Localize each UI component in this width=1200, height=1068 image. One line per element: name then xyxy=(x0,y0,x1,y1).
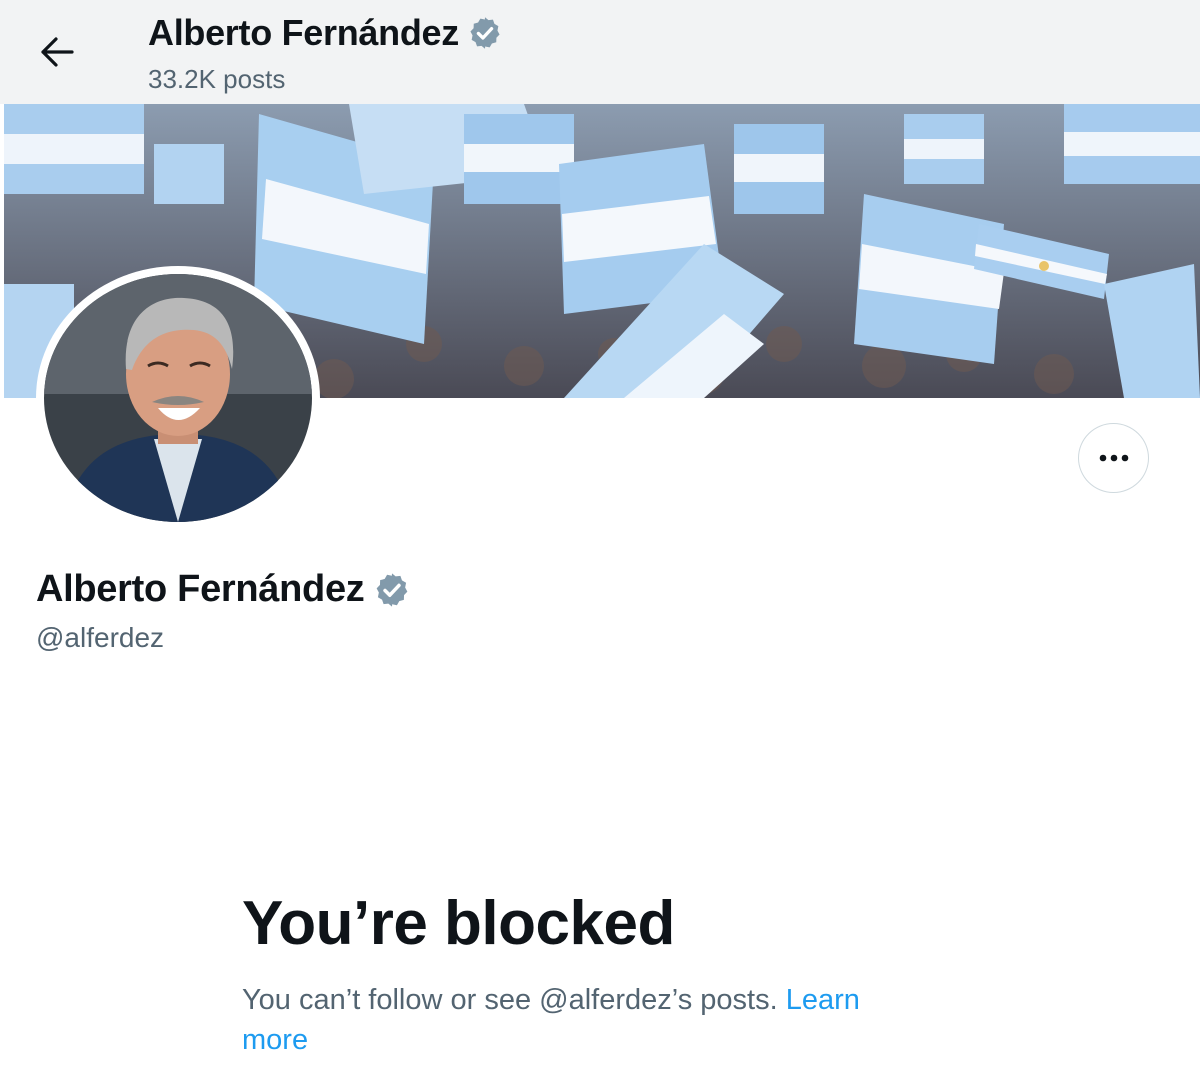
profile-header-bar: Alberto Fernández 33.2K posts xyxy=(0,0,1200,104)
profile-handle: @alferdez xyxy=(36,622,165,653)
blocked-title: You’re blocked xyxy=(242,889,675,958)
profile-avatar[interactable] xyxy=(36,266,320,530)
header-name: Alberto Fernández xyxy=(148,12,459,53)
verified-badge-icon[interactable] xyxy=(373,571,411,609)
profile-name: Alberto Fernández xyxy=(36,568,365,610)
blocked-message-container: You can’t follow or see @alferdez’s post… xyxy=(242,980,922,1060)
arrow-left-icon xyxy=(41,37,74,67)
back-button[interactable] xyxy=(30,30,84,74)
more-options-button[interactable] xyxy=(1078,423,1149,493)
blocked-message: You can’t follow or see @alferdez’s post… xyxy=(242,984,778,1016)
verified-badge-icon xyxy=(470,17,500,49)
header-title: Alberto Fernández xyxy=(148,12,503,54)
more-horizontal-icon xyxy=(1099,454,1128,462)
post-count: 33.2K posts xyxy=(148,64,286,94)
profile-name-row: Alberto Fernández xyxy=(36,568,411,611)
